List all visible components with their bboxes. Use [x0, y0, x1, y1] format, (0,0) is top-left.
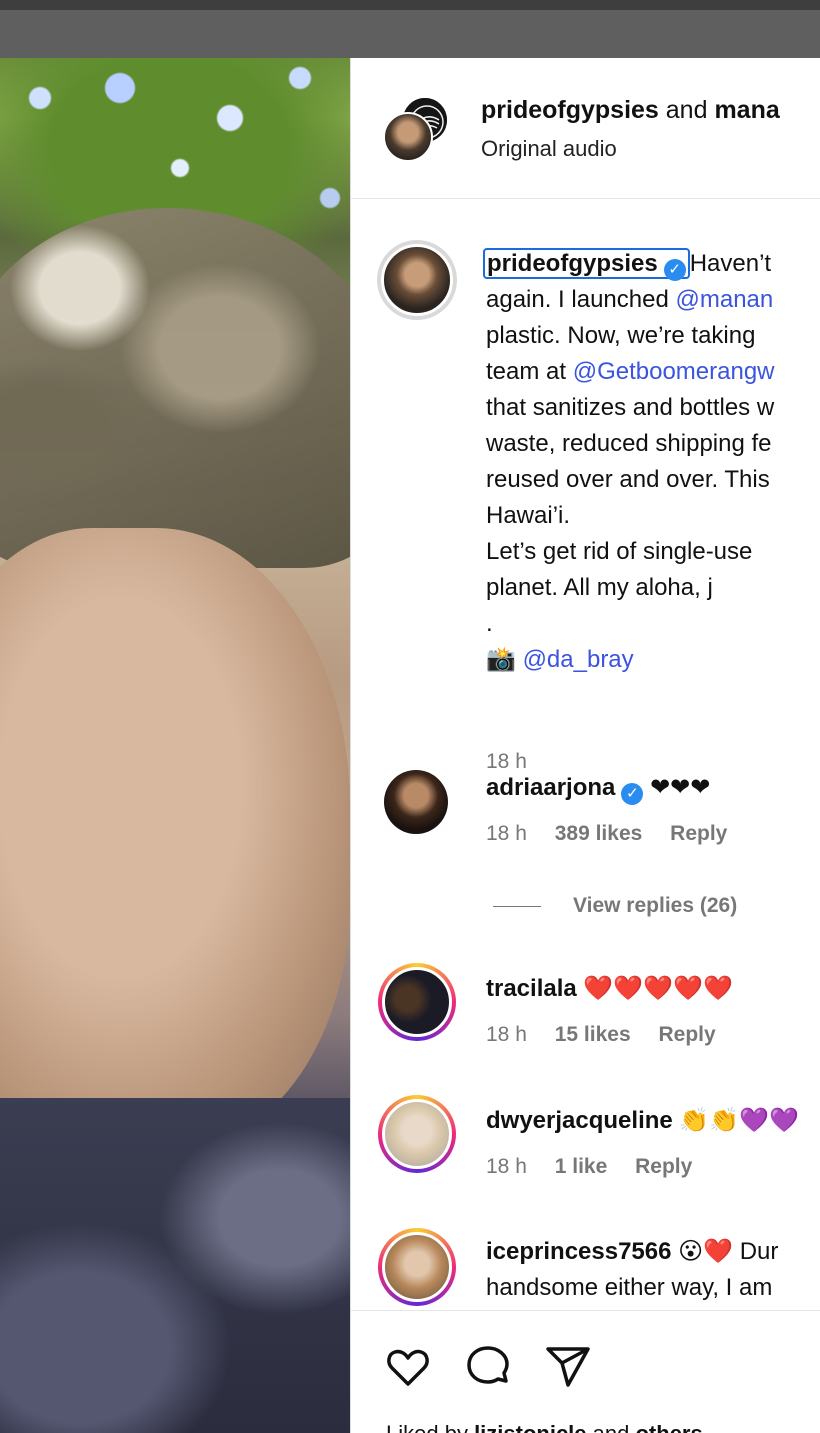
heart-icon[interactable] — [384, 1343, 432, 1391]
replies-divider — [493, 905, 541, 907]
mention-manan[interactable]: @manan — [675, 286, 773, 313]
photo-shirt — [0, 1098, 350, 1433]
comment-username[interactable]: tracilala — [486, 975, 577, 1002]
collab-avatars[interactable] — [383, 96, 449, 162]
comment-avatar[interactable] — [378, 963, 456, 1041]
view-replies-button[interactable]: View replies (26) — [493, 894, 737, 918]
caption-line-3: plastic. Now, we’re taking — [486, 322, 756, 349]
header-and: and — [665, 96, 708, 124]
view-replies-label[interactable]: View replies (26) — [573, 894, 737, 917]
comment-avatar-image — [382, 1099, 452, 1169]
photo-face — [0, 528, 350, 1148]
caption-line-7: reused over and over. This — [486, 466, 770, 493]
header-user1[interactable]: prideofgypsies — [481, 96, 659, 124]
avatar-prideofgypsies-small — [383, 112, 433, 162]
comment-username[interactable]: iceprincess7566 — [486, 1238, 671, 1265]
caption-line-12: 📸 @da_bray — [486, 642, 820, 678]
caption-line-9: Let’s get rid of single-use — [486, 538, 753, 565]
verified-badge-icon: ✓ — [663, 259, 686, 281]
comment-likes[interactable]: 15 likes — [555, 1023, 631, 1046]
post-side-panel: prideofgypsies and mana Original audio p… — [350, 58, 820, 1433]
post-header-usernames[interactable]: prideofgypsies and mana — [481, 96, 780, 125]
comment-likes[interactable]: 389 likes — [555, 822, 643, 845]
comment-text: iceprincess7566 😮❤️ Dur handsome either … — [486, 1234, 778, 1306]
caption-avatar-image — [381, 244, 453, 316]
header-user2[interactable]: mana — [714, 96, 779, 124]
comment-likes[interactable]: 1 like — [555, 1155, 608, 1178]
comment-meta: 18 h 1 like Reply — [486, 1155, 714, 1179]
comment-reply-button[interactable]: Reply — [670, 822, 727, 845]
caption-line-4: team at @Getboomerangw — [486, 354, 820, 390]
post-header: prideofgypsies and mana Original audio — [351, 58, 820, 199]
liked-by-prefix: Liked by — [386, 1421, 474, 1433]
comment-reply-button[interactable]: Reply — [635, 1155, 692, 1178]
comment-meta: 18 h 15 likes Reply — [486, 1023, 738, 1047]
browser-toolbar-strip — [0, 10, 820, 58]
caption-line-8: Hawai’i. — [486, 502, 571, 529]
caption-text: prideofgypsies ✓ Haven’t again. I launched… — [483, 246, 820, 678]
comment-username[interactable]: dwyerjacqueline — [486, 1107, 673, 1134]
caption-line-2: again. I launched @manan — [486, 282, 820, 318]
send-icon[interactable] — [544, 1343, 592, 1391]
comment-body-line2: handsome either way, I am — [486, 1274, 773, 1301]
liked-by-text: Liked by lizistonicle and others — [386, 1421, 703, 1433]
comment-time[interactable]: 18 h — [486, 1023, 527, 1046]
verified-badge-icon: ✓ — [621, 783, 644, 805]
comment-time[interactable]: 18 h — [486, 1155, 527, 1178]
caption-username-focus[interactable]: prideofgypsies ✓ — [483, 248, 690, 281]
caption-line-5: that sanitizes and bottles w — [486, 394, 775, 421]
caption-text-line2: again. I launched — [486, 286, 676, 313]
comment-avatar-image — [382, 1232, 452, 1302]
original-audio-link[interactable]: Original audio — [481, 136, 617, 162]
liked-by-others[interactable]: others — [635, 1421, 702, 1433]
comment-meta: 18 h 389 likes Reply — [486, 822, 749, 846]
comment-avatar-image — [382, 967, 452, 1037]
comment-time[interactable]: 18 h — [486, 822, 527, 845]
mention-da-bray[interactable]: @da_bray — [523, 646, 634, 673]
caption-text-line1: Haven’t — [689, 250, 772, 277]
liked-by-user[interactable]: lizistonicle — [474, 1421, 586, 1433]
comment-reply-button[interactable]: Reply — [658, 1023, 715, 1046]
caption-line-6: waste, reduced shipping fe — [486, 430, 772, 457]
comment-body: 😮❤️ Dur — [678, 1238, 779, 1265]
liked-by-middle: and — [587, 1421, 636, 1433]
caption-line-10: planet. All my aloha, j — [486, 574, 713, 601]
camera-flash-icon: 📸 — [486, 646, 523, 673]
comment-body: 👏👏💜💜 — [679, 1107, 799, 1134]
comment-body: ❤❤❤ — [650, 774, 711, 801]
comment-avatar[interactable] — [384, 770, 448, 834]
comment-body: ❤️❤️❤️❤️❤️ — [583, 975, 733, 1002]
photo-hat — [0, 208, 350, 568]
comment-text: dwyerjacqueline 👏👏💜💜 — [486, 1103, 799, 1139]
comment-avatar[interactable] — [378, 1228, 456, 1306]
post-media-photo[interactable] — [0, 58, 350, 1433]
caption-username[interactable]: prideofgypsies — [487, 250, 658, 277]
mention-getboomerang[interactable]: @Getboomerangw — [573, 358, 775, 385]
post-action-bar: Liked by lizistonicle and others — [351, 1310, 820, 1433]
caption-line-1: prideofgypsies ✓ Haven’t — [483, 246, 820, 282]
comment-avatar[interactable] — [378, 1095, 456, 1173]
caption-avatar[interactable] — [377, 240, 457, 320]
comment-text: tracilala ❤️❤️❤️❤️❤️ — [486, 971, 733, 1007]
caption-text-line4: team at — [486, 358, 573, 385]
window-top-bar — [0, 0, 820, 10]
comment-text: adriaarjona ✓ ❤❤❤ — [486, 770, 710, 806]
caption-line-11: . — [486, 610, 493, 637]
comment-icon[interactable] — [464, 1343, 512, 1391]
comment-username[interactable]: adriaarjona — [486, 774, 615, 801]
